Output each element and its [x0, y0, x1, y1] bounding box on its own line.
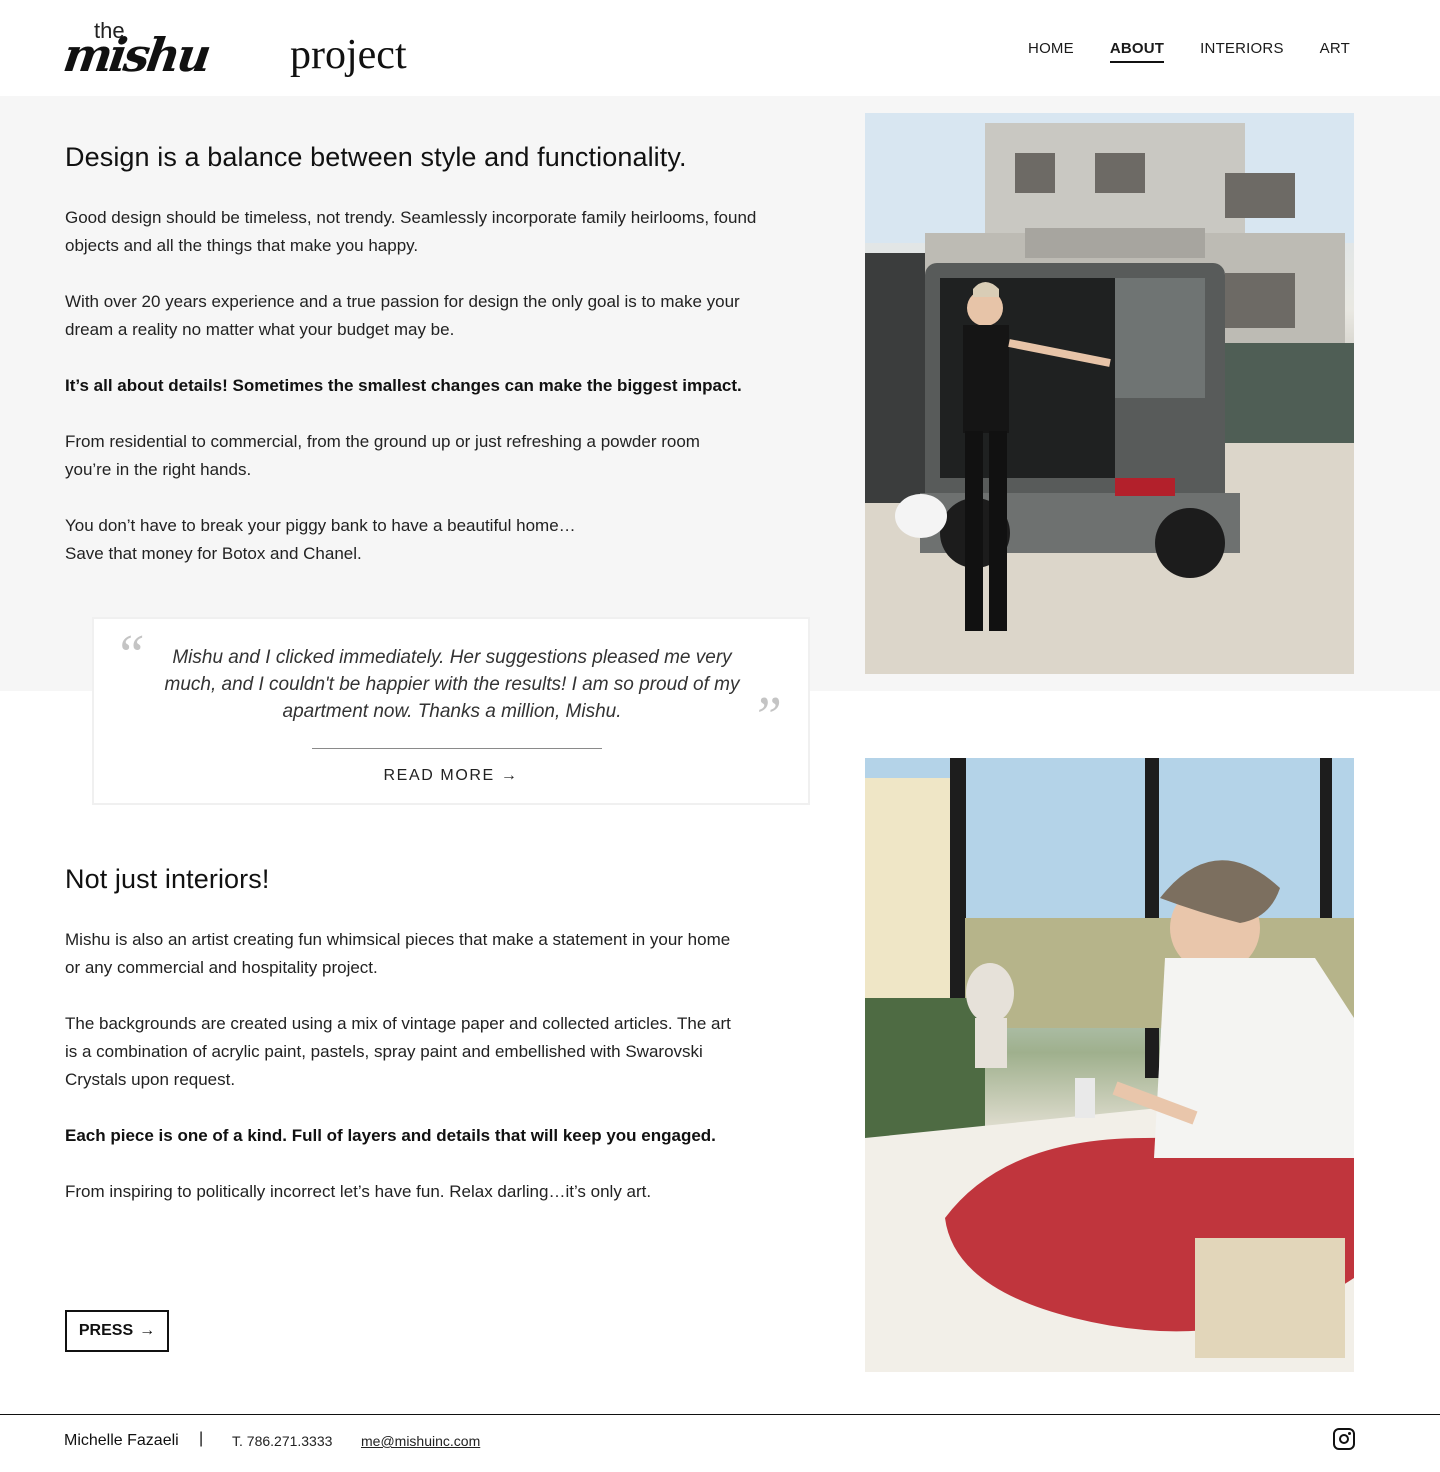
design-paragraph-3: It’s all about details! Sometimes the sm… [65, 376, 742, 395]
nav-about[interactable]: ABOUT [1109, 40, 1165, 63]
art-paragraph-3: Each piece is one of a kind. Full of lay… [65, 1126, 716, 1145]
artist-painting-photo [865, 758, 1354, 1372]
design-heading: Design is a balance between style and fu… [65, 142, 687, 172]
read-more-label: READ MORE [383, 767, 495, 784]
design-paragraph-2: With over 20 years experience and a true… [65, 292, 740, 339]
testimonial-card: “ Mishu and I clicked immediately. Her s… [92, 617, 810, 805]
testimonial-divider [312, 748, 602, 749]
arrow-right-icon: → [139, 1322, 156, 1339]
logo-project: project [290, 32, 407, 78]
testimonial-quote: Mishu and I clicked immediately. Her sug… [164, 647, 740, 722]
brand-logo[interactable]: the mishu project [60, 18, 424, 84]
site-footer: Michelle Fazaeli | T. 786.271.3333 me@mi… [0, 1414, 1440, 1472]
art-heading: Not just interiors! [65, 864, 270, 894]
close-quote-icon: ” [750, 686, 782, 748]
open-quote-icon: “ [114, 624, 146, 686]
construction-site-photo [865, 113, 1354, 674]
design-paragraph-1: Good design should be timeless, not tren… [65, 208, 757, 255]
footer-phone: T. 786.271.3333 [232, 1433, 333, 1449]
nav-home[interactable]: HOME [1028, 40, 1074, 63]
site-header: the mishu project HOME ABOUT INTERIORS A… [0, 0, 1440, 96]
nav-art[interactable]: ART [1320, 40, 1350, 63]
art-paragraph-1: Mishu is also an artist creating fun whi… [65, 930, 731, 977]
footer-email-link[interactable]: me@mishuinc.com [361, 1433, 480, 1449]
main-nav: HOME ABOUT INTERIORS ART [1028, 40, 1350, 63]
nav-interiors[interactable]: INTERIORS [1200, 40, 1283, 63]
art-paragraph-4: From inspiring to politically incorrect … [65, 1182, 652, 1201]
logo-script: mishu [60, 28, 212, 82]
design-paragraph-5a: You don’t have to break your piggy bank … [65, 516, 576, 535]
arrow-right-icon: → [500, 767, 519, 784]
artist-illustration [865, 758, 1354, 1372]
press-label: PRESS [78, 1322, 134, 1339]
footer-separator: | [199, 1430, 204, 1447]
design-paragraph-5b: Save that money for Botox and Chanel. [65, 544, 362, 563]
instagram-icon[interactable] [1333, 1428, 1355, 1450]
art-paragraph-2: The backgrounds are created using a mix … [65, 1014, 731, 1089]
read-more-link[interactable]: READ MORE → [94, 767, 808, 785]
design-paragraph-4: From residential to commercial, from the… [65, 432, 700, 479]
construction-site-illustration [865, 113, 1354, 674]
press-button[interactable]: PRESS → [65, 1310, 169, 1352]
footer-name: Michelle Fazaeli [64, 1432, 179, 1449]
